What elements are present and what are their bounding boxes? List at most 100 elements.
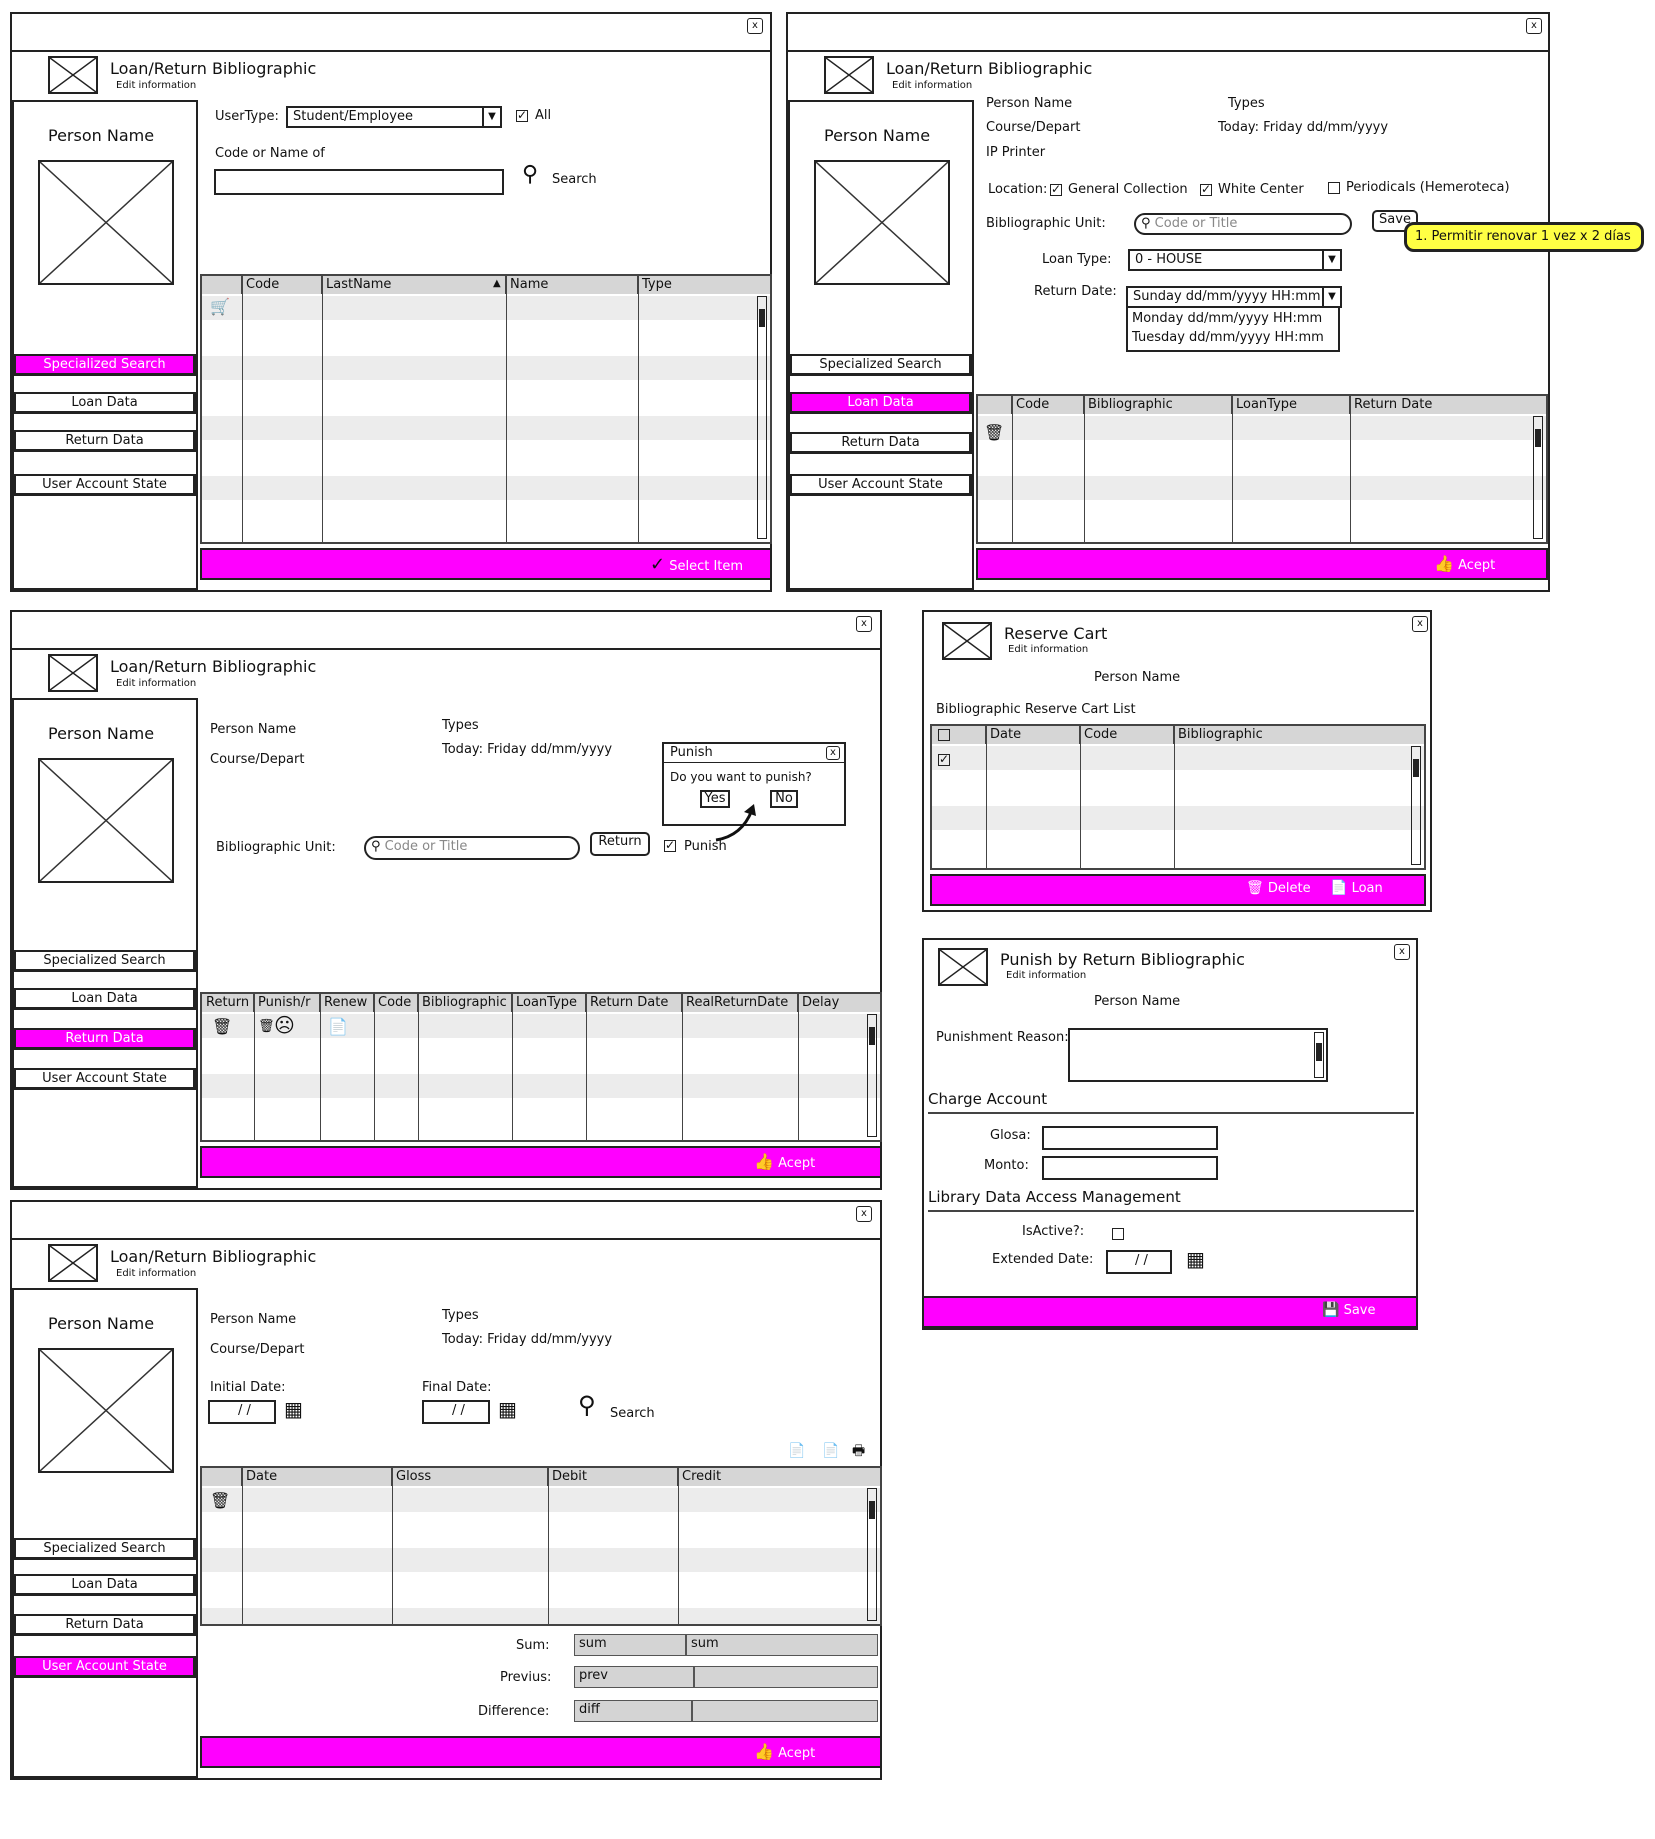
return-date-select[interactable]: Sunday dd/mm/yyyy HH:mm ▼ [1126, 286, 1342, 308]
column-header-return-date[interactable]: Return Date [1350, 396, 1546, 414]
nav-user-account-state[interactable]: User Account State [14, 1068, 196, 1090]
column-header-gloss[interactable]: Gloss [392, 1468, 548, 1486]
nav-specialized-search[interactable]: Specialized Search [14, 1538, 196, 1560]
accept-button[interactable]: 👍 Acept [1434, 554, 1495, 573]
nav-return-data[interactable]: Return Data [790, 432, 972, 454]
scrollbar[interactable] [1411, 746, 1421, 865]
column-header-punish[interactable]: Punish/r [254, 994, 320, 1012]
return-button[interactable]: Return [590, 832, 650, 856]
table-row[interactable] [202, 1074, 880, 1098]
calendar-icon[interactable]: ▦ [1186, 1249, 1205, 1269]
calendar-icon[interactable]: ▦ [498, 1399, 517, 1419]
isactive-checkbox[interactable] [1112, 1228, 1124, 1240]
loan-button[interactable]: 📄 Loan [1330, 880, 1383, 896]
column-header-renew[interactable]: Renew [320, 994, 374, 1012]
column-header-bibliographic[interactable]: Bibliographic [1084, 396, 1232, 414]
close-icon[interactable]: x [1412, 616, 1428, 632]
table-row[interactable] [202, 296, 770, 320]
nav-specialized-search[interactable]: Specialized Search [790, 354, 972, 376]
glosa-input[interactable] [1042, 1126, 1218, 1150]
column-header-bibliographic[interactable]: Bibliographic [418, 994, 512, 1012]
all-checkbox[interactable]: ✓ [516, 109, 528, 122]
select-all-checkbox[interactable] [938, 729, 950, 741]
scrollbar[interactable] [1533, 416, 1543, 539]
table-row[interactable] [978, 416, 1546, 440]
column-header-lastname[interactable]: LastName [322, 276, 506, 294]
close-icon[interactable]: x [1526, 18, 1542, 34]
extended-date-input[interactable]: / / [1106, 1250, 1172, 1274]
table-row[interactable] [202, 416, 770, 440]
select-item-button[interactable]: ✓ Select Item [650, 554, 743, 575]
table-row[interactable] [932, 806, 1424, 830]
document-icon[interactable]: 📄 [328, 1018, 348, 1036]
table-row[interactable] [202, 476, 770, 500]
accept-button[interactable]: 👍 Acept [754, 1742, 815, 1761]
nav-return-data[interactable]: Return Data [14, 1028, 196, 1050]
close-icon[interactable]: x [826, 746, 840, 760]
column-header-code[interactable]: Code [1080, 726, 1174, 744]
periodicals-checkbox[interactable] [1328, 182, 1340, 194]
column-header-return-date[interactable]: Return Date [586, 994, 682, 1012]
nav-loan-data[interactable]: Loan Data [14, 1574, 196, 1596]
bib-unit-input[interactable]: ⚲ Code or Title [1134, 213, 1352, 235]
table-row[interactable] [932, 746, 1424, 770]
table-row[interactable] [202, 356, 770, 380]
trash-icon[interactable]: 🗑 [212, 1018, 232, 1036]
scrollbar[interactable] [867, 1014, 877, 1137]
column-header-code[interactable]: Code [1012, 396, 1084, 414]
excel-export-icon[interactable]: 📄 [788, 1442, 805, 1460]
nav-loan-data[interactable]: Loan Data [790, 392, 972, 414]
column-header-date[interactable]: Date [242, 1468, 392, 1486]
search-icon[interactable]: ⚲ [578, 1393, 596, 1417]
close-icon[interactable]: x [747, 18, 763, 34]
general-collection-checkbox[interactable]: ✓ [1050, 183, 1062, 196]
cart-icon[interactable]: 🛒 [210, 298, 230, 316]
trash-icon[interactable]: 🗑 [210, 1492, 230, 1510]
nav-loan-data[interactable]: Loan Data [14, 988, 196, 1010]
sad-face-icon[interactable]: ☹ [274, 1015, 295, 1035]
column-header-delay[interactable]: Delay [798, 994, 880, 1012]
close-icon[interactable]: x [1394, 944, 1410, 960]
code-name-input[interactable] [214, 169, 504, 195]
close-icon[interactable]: x [856, 1206, 872, 1222]
column-header-date[interactable]: Date [986, 726, 1080, 744]
column-header-type[interactable]: Type [638, 276, 770, 294]
nav-specialized-search[interactable]: Specialized Search [14, 950, 196, 972]
nav-user-account-state[interactable]: User Account State [14, 474, 196, 496]
scrollbar[interactable] [1314, 1032, 1324, 1078]
column-header-real-return-date[interactable]: RealReturnDate [682, 994, 798, 1012]
punish-checkbox[interactable]: ✓ [664, 839, 676, 852]
trash-icon[interactable]: 🗑 [984, 424, 1004, 442]
delete-button[interactable]: 🗑 Delete [1246, 880, 1311, 896]
scrollbar[interactable] [867, 1488, 877, 1621]
accept-button[interactable]: 👍 Acept [754, 1152, 815, 1171]
table-row[interactable] [202, 1014, 880, 1038]
nav-user-account-state[interactable]: User Account State [790, 474, 972, 496]
trash-icon[interactable]: 🗑 [258, 1018, 275, 1036]
table-row[interactable] [202, 1608, 880, 1624]
nav-loan-data[interactable]: Loan Data [14, 392, 196, 414]
monto-input[interactable] [1042, 1156, 1218, 1180]
white-center-checkbox[interactable]: ✓ [1200, 183, 1212, 196]
scrollbar[interactable] [757, 296, 767, 539]
table-row[interactable] [202, 1548, 880, 1572]
nav-specialized-search[interactable]: Specialized Search [14, 354, 196, 376]
search-button[interactable]: Search [552, 172, 597, 187]
return-date-option[interactable]: Monday dd/mm/yyyy HH:mm [1132, 311, 1322, 326]
calendar-icon[interactable]: ▦ [284, 1399, 303, 1419]
punishment-reason-textarea[interactable] [1068, 1028, 1328, 1082]
search-icon[interactable]: ⚲ [522, 164, 538, 186]
column-header-debit[interactable]: Debit [548, 1468, 678, 1486]
nav-user-account-state[interactable]: User Account State [14, 1656, 196, 1678]
nav-return-data[interactable]: Return Data [14, 430, 196, 452]
nav-return-data[interactable]: Return Data [14, 1614, 196, 1636]
printer-icon[interactable]: 🖶 [852, 1442, 865, 1460]
column-header-credit[interactable]: Credit [678, 1468, 880, 1486]
table-row[interactable] [202, 1488, 880, 1512]
column-header-bibliographic[interactable]: Bibliographic [1174, 726, 1424, 744]
close-icon[interactable]: x [856, 616, 872, 632]
column-header-return[interactable]: Return [202, 994, 254, 1012]
no-button[interactable]: No [770, 790, 798, 808]
row-checkbox[interactable]: ✓ [938, 753, 950, 766]
column-header-loantype[interactable]: LoanType [512, 994, 586, 1012]
